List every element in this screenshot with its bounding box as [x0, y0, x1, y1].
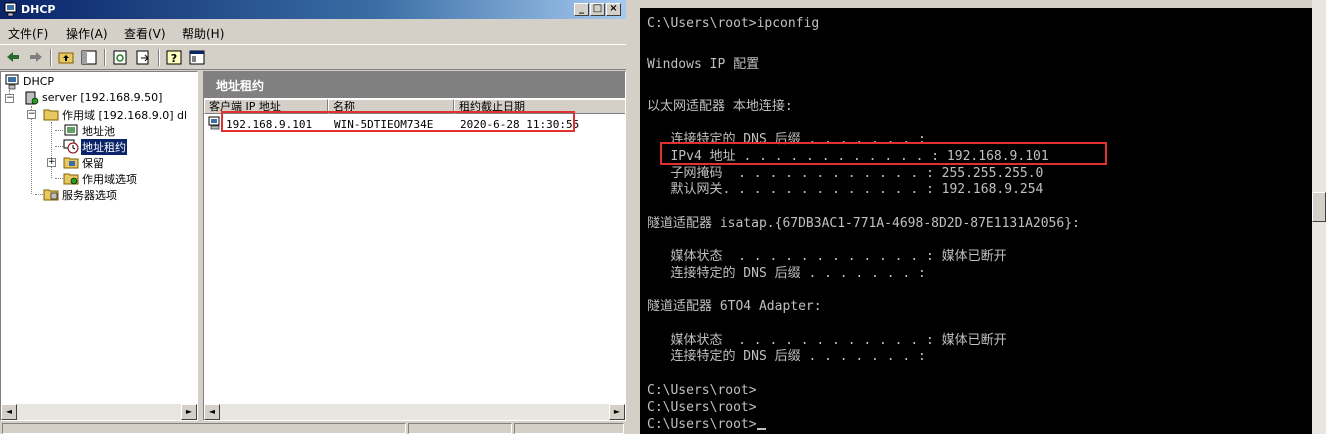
dhcp-app-icon [4, 2, 17, 17]
server-options-icon [43, 189, 59, 201]
tree-label: 作用域 [192.168.9.0] dl [62, 109, 188, 122]
menu-help[interactable]: 帮助(H) [182, 25, 224, 42]
console-line: C:\Users\root> [647, 417, 757, 432]
tree-line [31, 106, 32, 194]
tree-label: 保留 [82, 157, 104, 170]
minimize-button[interactable]: _ [574, 3, 589, 16]
toolbar-separator [50, 49, 52, 66]
help-icon[interactable]: ? [164, 48, 184, 67]
console-line: 默认网关. . . . . . . . . . . . . : 192.168.… [647, 182, 1044, 197]
menu-file[interactable]: 文件(F) [8, 25, 48, 42]
address-leases-icon [63, 139, 79, 154]
title-bar[interactable]: DHCP _ □ × [0, 0, 626, 19]
show-tree-icon[interactable] [79, 48, 99, 67]
client-computer-icon [208, 116, 220, 130]
tree-label: 作用域选项 [82, 173, 137, 186]
toolbar-separator [104, 49, 106, 66]
toolbar: ? [0, 44, 626, 70]
result-pane-header: 地址租约 [204, 72, 625, 98]
console-line: 子网掩码 . . . . . . . . . . . . : 255.255.2… [647, 166, 1044, 181]
tree-line [55, 178, 63, 179]
scroll-left-button[interactable]: ◄ [1, 404, 17, 420]
expand-toggle-scope[interactable]: − [27, 110, 36, 119]
console-line: 媒体状态 . . . . . . . . . . . . : 媒体已断开 [647, 333, 1007, 348]
tree-line [55, 146, 63, 147]
tree-horizontal-scrollbar[interactable]: ◄ ► [1, 404, 197, 420]
console-line: 隧道适配器 isatap.{67DB3AC1-771A-4698-8D2D-87… [647, 216, 1080, 231]
toolbar-separator [158, 49, 160, 66]
scroll-thumb[interactable] [1312, 192, 1326, 222]
command-prompt-window[interactable]: C:\Users\root>ipconfig Windows IP 配置 以太网… [640, 8, 1312, 434]
scroll-right-button[interactable]: ► [609, 404, 625, 420]
console-line: C:\Users\root>ipconfig [647, 16, 820, 31]
server-icon [25, 91, 39, 105]
menu-action[interactable]: 操作(A) [66, 25, 108, 42]
highlight-box-lease [221, 111, 575, 132]
tree-label: server [192.168.9.50] [42, 91, 163, 104]
tree-line [55, 130, 63, 131]
tree-line [35, 194, 43, 195]
tree-label: 服务器选项 [62, 189, 117, 202]
console-vertical-scrollbar[interactable] [1312, 0, 1326, 434]
text-cursor [756, 428, 766, 430]
expand-toggle-reservations[interactable]: + [47, 158, 56, 167]
expand-toggle-server[interactable]: − [5, 94, 14, 103]
maximize-button[interactable]: □ [590, 3, 605, 16]
result-horizontal-scrollbar[interactable]: ◄ ► [204, 404, 625, 420]
tree-label: 地址池 [82, 125, 115, 138]
scope-options-icon [63, 173, 79, 185]
svg-text:?: ? [171, 52, 177, 65]
status-cell [2, 423, 406, 434]
console-line: 以太网适配器 本地连接: [647, 99, 793, 114]
tree-line [51, 122, 52, 178]
console-line: Windows IP 配置 [647, 57, 760, 72]
dhcp-window: DHCP _ □ × 文件(F) 操作(A) 查看(V) 帮助(H) ? DHC… [0, 0, 626, 434]
refresh-icon[interactable] [110, 48, 130, 67]
console-line: 连接特定的 DNS 后缀 . . . . . . . : [647, 349, 926, 364]
scroll-left-button[interactable]: ◄ [204, 404, 220, 420]
tree-label-selected: 地址租约 [81, 139, 127, 155]
export-icon[interactable] [133, 48, 153, 67]
menu-bar: 文件(F) 操作(A) 查看(V) 帮助(H) [0, 21, 626, 43]
highlight-box-ipv4 [660, 142, 1107, 165]
console-line: 连接特定的 DNS 后缀 . . . . . . . : [647, 266, 926, 281]
dhcp-root-icon [5, 74, 19, 90]
status-bar [0, 422, 626, 434]
forward-arrow-icon[interactable] [26, 48, 46, 67]
console-line: 媒体状态 . . . . . . . . . . . . : 媒体已断开 [647, 249, 1007, 264]
reservations-icon [63, 157, 79, 169]
properties-icon[interactable] [187, 48, 207, 67]
status-cell [408, 423, 512, 434]
tree-label: DHCP [23, 75, 55, 88]
status-cell [514, 423, 624, 434]
address-pool-icon [64, 124, 78, 136]
console-line: C:\Users\root> [647, 400, 757, 415]
console-prompt-line: C:\Users\root> [647, 417, 766, 433]
menu-view[interactable]: 查看(V) [124, 25, 166, 42]
back-arrow-icon[interactable] [3, 48, 23, 67]
result-pane-title: 地址租约 [216, 79, 265, 93]
console-line: 隧道适配器 6TO4 Adapter: [647, 299, 822, 314]
console-tree[interactable]: DHCP − server [192.168.9.50] − 作用域 [192.… [0, 71, 198, 421]
close-button[interactable]: × [606, 3, 621, 16]
console-line: C:\Users\root> [647, 383, 757, 398]
folder-icon [43, 109, 59, 121]
window-title: DHCP [21, 3, 56, 16]
scroll-right-button[interactable]: ► [181, 404, 197, 420]
up-folder-icon[interactable] [56, 48, 76, 67]
